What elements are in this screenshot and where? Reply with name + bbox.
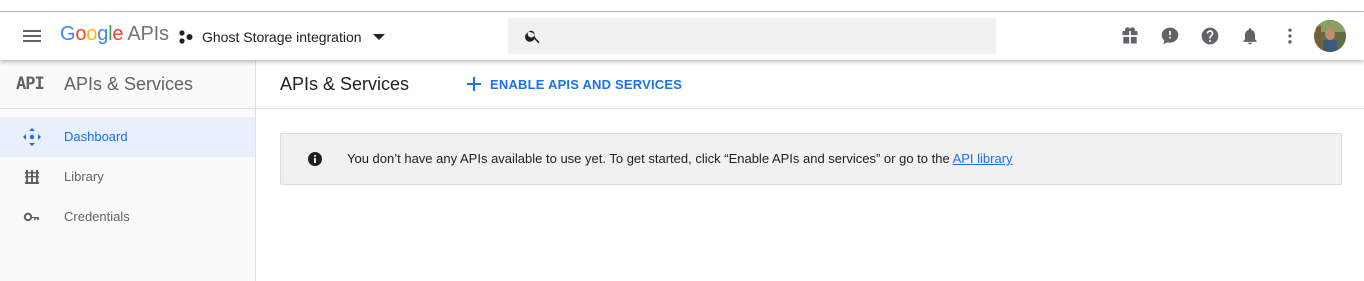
project-selector[interactable]: Ghost Storage integration bbox=[178, 25, 386, 49]
help-icon[interactable] bbox=[1200, 26, 1220, 46]
api-library-link[interactable]: API library bbox=[953, 151, 1013, 166]
key-icon bbox=[23, 212, 39, 222]
browser-top-strip bbox=[0, 0, 1364, 12]
sidebar-title: APIs & Services bbox=[64, 74, 194, 94]
info-message: You don’t have any APIs available to use… bbox=[347, 151, 1013, 166]
search-bar[interactable] bbox=[508, 18, 996, 56]
sidebar-item-credentials[interactable]: Credentials bbox=[0, 197, 255, 237]
sidebar: API APIs & Services Dashboard Library Cr… bbox=[0, 60, 256, 281]
plus-icon bbox=[467, 77, 481, 91]
enable-apis-button[interactable]: ENABLE APIS AND SERVICES bbox=[466, 74, 682, 94]
library-icon bbox=[25, 170, 39, 184]
main-content: APIs & Services ENABLE APIS AND SERVICES… bbox=[256, 60, 1364, 281]
search-icon bbox=[525, 30, 540, 44]
info-icon bbox=[308, 152, 322, 166]
dashboard-icon bbox=[23, 128, 41, 146]
logo-google-text: Google bbox=[60, 23, 124, 45]
menu-icon[interactable] bbox=[20, 24, 44, 48]
sidebar-item-library[interactable]: Library bbox=[0, 157, 255, 197]
sidebar-item-label: Credentials bbox=[64, 209, 130, 224]
project-name: Ghost Storage integration bbox=[202, 29, 362, 45]
info-message-text: You don’t have any APIs available to use… bbox=[347, 151, 953, 166]
project-icon bbox=[179, 30, 193, 44]
sidebar-item-label: Dashboard bbox=[64, 129, 128, 144]
info-banner: You don’t have any APIs available to use… bbox=[280, 133, 1342, 185]
notifications-icon[interactable] bbox=[1240, 26, 1260, 46]
logo-apis-text: APIs bbox=[127, 23, 169, 45]
more-vert-icon[interactable] bbox=[1280, 26, 1300, 46]
page-title: APIs & Services bbox=[280, 74, 410, 94]
api-badge-icon: API bbox=[16, 74, 45, 94]
sidebar-item-label: Library bbox=[64, 169, 104, 184]
enable-apis-label: ENABLE APIS AND SERVICES bbox=[490, 76, 683, 92]
sidebar-item-dashboard[interactable]: Dashboard bbox=[0, 117, 255, 157]
chevron-down-icon bbox=[372, 34, 385, 40]
main-header: APIs & Services ENABLE APIS AND SERVICES bbox=[256, 60, 1364, 109]
top-app-bar: Google APIs Ghost Storage integration bbox=[0, 12, 1364, 60]
search-input[interactable] bbox=[552, 18, 986, 56]
feedback-icon[interactable] bbox=[1160, 26, 1180, 46]
google-apis-logo[interactable]: Google APIs bbox=[60, 23, 169, 46]
gift-icon[interactable] bbox=[1120, 26, 1140, 46]
sidebar-header: API APIs & Services bbox=[0, 60, 255, 109]
avatar[interactable] bbox=[1314, 20, 1346, 52]
